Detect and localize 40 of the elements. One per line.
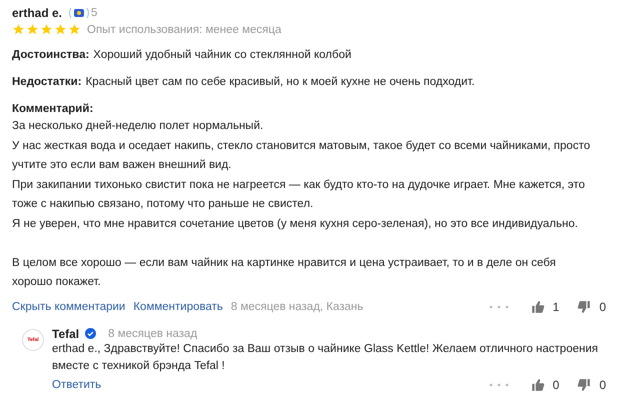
comment-text: За несколько дней-неделю полет нормальный. xyxy=(12,119,264,134)
reply-text: erthad e., Здравствуйте! Спасибо за Ваш отзыв о чайнике Glass Kettle! Желаем отличного настроения xyxy=(52,342,599,356)
badge-count: 5 xyxy=(91,7,98,19)
comment-text: тоже с накипью связано, потому что раньше не свистел. xyxy=(12,197,314,212)
thumbs-up-icon xyxy=(530,300,545,314)
pros-text: Достоинства: Хороший удобный чайник со стеклянной колбой xyxy=(12,49,352,61)
author-name[interactable]: erthad e. xyxy=(12,6,62,20)
like-count: 0 xyxy=(552,378,560,392)
comment-text: У нас жесткая вода и оседает накипь, стекло становится матовым, такое будет со всеми чайниками, просто xyxy=(12,138,592,154)
thumbs-down-icon xyxy=(577,300,592,314)
like-count: 1 xyxy=(552,300,560,314)
reply-time: 8 месяцев назад xyxy=(108,328,198,340)
dislike-count: 0 xyxy=(599,378,606,392)
review-meta: 8 месяцев назад, Казань xyxy=(230,300,364,312)
comment-text: учтите это если вам важен внешний вид. xyxy=(12,158,232,173)
reply-text: вместе с техникой брэнда Tefal ! xyxy=(52,358,226,374)
thumbs-down-icon xyxy=(577,378,592,392)
comment-label: Комментарий: xyxy=(12,103,94,115)
dislike-button[interactable] xyxy=(577,378,592,392)
like-button[interactable] xyxy=(530,378,545,392)
comment-text: хорошо покажет. xyxy=(12,275,102,290)
badge-icon xyxy=(68,6,90,20)
star-icon xyxy=(12,23,25,36)
thumbs-up-icon xyxy=(530,378,545,392)
comment-text: При закипании тихонько свистит пока не нагреется — как будто кто-то на дудочке играет. Мне кажется, это xyxy=(12,178,586,192)
dislike-button[interactable] xyxy=(577,300,592,314)
experience-text: Опыт использования: менее месяца xyxy=(87,24,282,36)
star-icon xyxy=(26,23,39,36)
reply-link[interactable]: Ответить xyxy=(52,378,102,390)
comment-text: В целом все хорошо — если вам чайник на картинке нравится и цена устраивает, то и в деле он себя xyxy=(12,256,557,270)
like-button[interactable] xyxy=(530,300,545,314)
action-link[interactable]: Скрыть комментарии xyxy=(12,300,126,312)
star-icon xyxy=(40,23,53,36)
star-icon xyxy=(54,23,67,36)
action-link[interactable]: Комментировать xyxy=(133,300,223,312)
star-icon xyxy=(68,23,81,36)
cons-text: Недостатки: Красный цвет сам по себе красивый, но к моей кухне не очень подходит. xyxy=(12,76,475,88)
reply-author[interactable]: Tefal xyxy=(52,326,80,340)
dislike-count: 0 xyxy=(599,300,606,314)
comment-text: Я не уверен, что мне нравится сочетание цветов (у меня кухня серо-зеленая), но это все индивидуально. xyxy=(12,216,579,232)
